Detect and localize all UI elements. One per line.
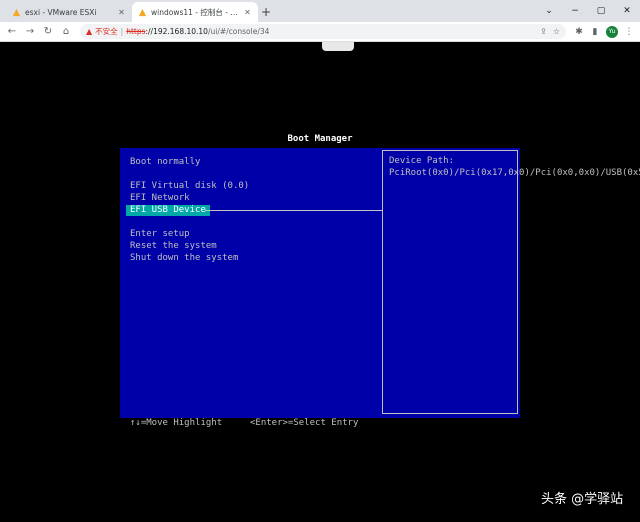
tab-bar: esxi - VMware ESXi ✕ windows11 - 控制台 - V… [0, 0, 640, 22]
browser-toolbar: ← → ↻ ⌂ ▲ 不安全 | https://192.168.10.10/ui… [0, 22, 640, 42]
boot-item-efi-network[interactable]: EFI Network [130, 193, 190, 203]
side-panel-icon[interactable]: ▮ [588, 24, 602, 40]
tab-console[interactable]: windows11 - 控制台 - VMware ✕ [132, 2, 258, 22]
new-tab-button[interactable]: + [258, 2, 274, 22]
forward-button[interactable]: → [22, 24, 38, 40]
maximize-button[interactable]: ▢ [588, 0, 614, 22]
tab-esxi[interactable]: esxi - VMware ESXi ✕ [6, 2, 132, 22]
url-path: /ui/#/console/34 [207, 27, 270, 36]
tab-search-icon[interactable]: ⌄ [536, 0, 562, 22]
boot-item-enter-setup[interactable]: Enter setup [130, 229, 190, 239]
tab-title: windows11 - 控制台 - VMware [151, 7, 239, 17]
home-button[interactable]: ⌂ [58, 24, 74, 40]
boot-manager-panel: Boot normally EFI Virtual disk (0.0) EFI… [120, 148, 640, 418]
device-path-text: Device Path: PciRoot(0x0)/Pci(0x17,0x0)/… [389, 156, 640, 178]
url-host: ://192.168.10.10 [145, 27, 208, 36]
profile-avatar[interactable]: Yu [606, 25, 618, 38]
device-path-help-box: Device Path: PciRoot(0x0)/Pci(0x17,0x0)/… [382, 150, 640, 414]
share-icon[interactable]: ⇪ [540, 27, 547, 36]
watermark-text: 头条 @学驿站 [541, 492, 624, 507]
vmware-favicon-icon [12, 8, 21, 17]
minimize-button[interactable]: − [562, 0, 588, 22]
tab-title: esxi - VMware ESXi [25, 7, 97, 17]
address-bar[interactable]: ▲ 不安全 | https://192.168.10.10/ui/#/conso… [80, 24, 566, 39]
boot-item-reset-system[interactable]: Reset the system [130, 241, 217, 251]
url-text[interactable]: https://192.168.10.10/ui/#/console/34 [126, 27, 269, 36]
boot-item-boot-normally[interactable]: Boot normally [130, 157, 200, 167]
bookmark-star-icon[interactable]: ☆ [553, 27, 560, 36]
selection-connector-line [205, 210, 382, 211]
url-separator: | [120, 27, 124, 36]
url-scheme: https [126, 27, 146, 36]
key-hint-select: <Enter>=Select Entry [250, 418, 359, 428]
extensions-puzzle-icon[interactable]: ✱ [572, 24, 586, 40]
vmware-favicon-icon [138, 8, 147, 17]
back-button[interactable]: ← [4, 24, 20, 40]
reload-button[interactable]: ↻ [40, 24, 56, 40]
more-menu-icon[interactable]: ⋮ [622, 24, 636, 40]
tab-close-icon[interactable]: ✕ [117, 8, 126, 17]
boot-item-shut-down[interactable]: Shut down the system [130, 253, 238, 263]
boot-item-efi-virtual-disk[interactable]: EFI Virtual disk (0.0) [130, 181, 249, 191]
key-hint-move: ↑↓=Move Highlight [130, 418, 223, 428]
boot-manager-title: Boot Manager [287, 134, 353, 144]
close-window-button[interactable]: ✕ [614, 0, 640, 22]
tab-close-icon[interactable]: ✕ [243, 8, 252, 17]
omnibox-actions: ⇪ ☆ [540, 27, 560, 36]
boot-item-efi-usb-device[interactable]: EFI USB Device [126, 205, 210, 216]
console-toolbar-handle[interactable] [322, 42, 354, 51]
window-controls: ⌄ − ▢ ✕ [536, 0, 640, 22]
vm-console[interactable]: Boot Manager Boot normally EFI Virtual d… [0, 42, 640, 522]
not-secure-label[interactable]: 不安全 [95, 26, 118, 37]
warning-icon[interactable]: ▲ [86, 27, 92, 36]
